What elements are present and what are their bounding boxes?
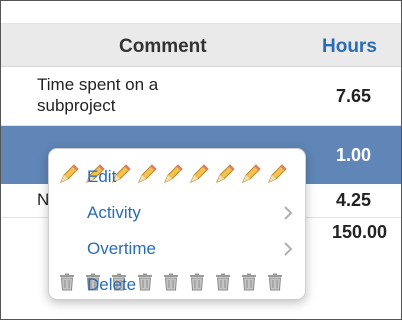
trash-icon xyxy=(138,273,152,291)
pencil-icon xyxy=(242,164,261,183)
hours-cell: 1.00 xyxy=(335,145,371,165)
trash-icon xyxy=(164,273,178,291)
pencil-icon xyxy=(164,164,183,183)
menu-item-edit[interactable]: Edit xyxy=(49,159,305,193)
hours-cell: 4.25 xyxy=(335,190,371,210)
comment-cell: Time spent on a subproject xyxy=(37,75,159,115)
context-menu: Edit Activity Overtime Delete xyxy=(48,148,306,300)
trash-icon xyxy=(190,273,204,291)
trash-icon xyxy=(216,273,230,291)
hours-column-header[interactable]: Hours xyxy=(322,36,377,58)
pencil-icon xyxy=(190,164,209,183)
trash-icon xyxy=(242,273,256,291)
pencil-icon xyxy=(138,164,157,183)
trash-icon xyxy=(268,273,282,291)
menu-item-activity[interactable]: Activity xyxy=(49,195,305,229)
pencil-icon xyxy=(216,164,235,183)
menu-item-label: Activity xyxy=(87,203,141,222)
trash-icon xyxy=(60,273,74,291)
hours-cell: 7.65 xyxy=(335,86,371,106)
top-band xyxy=(1,1,401,24)
menu-item-label: Overtime xyxy=(87,239,156,258)
menu-item-label: Edit xyxy=(87,167,117,186)
time-entries-panel: Comment Hours Time spent on a subproject… xyxy=(0,0,402,320)
comment-column-header: Comment xyxy=(119,36,207,57)
pencil-icon xyxy=(60,164,79,183)
chevron-right-icon xyxy=(284,242,293,256)
chevron-right-icon xyxy=(284,206,293,220)
pencil-icon xyxy=(268,164,287,183)
table-row[interactable]: Time spent on a subproject 7.65 xyxy=(1,67,401,126)
menu-item-label: Delete xyxy=(87,275,137,294)
total-hours: 150.00 xyxy=(331,222,387,242)
table-header: Comment Hours xyxy=(1,24,401,67)
menu-item-overtime[interactable]: Overtime xyxy=(49,231,305,265)
menu-item-delete[interactable]: Delete xyxy=(49,267,305,301)
